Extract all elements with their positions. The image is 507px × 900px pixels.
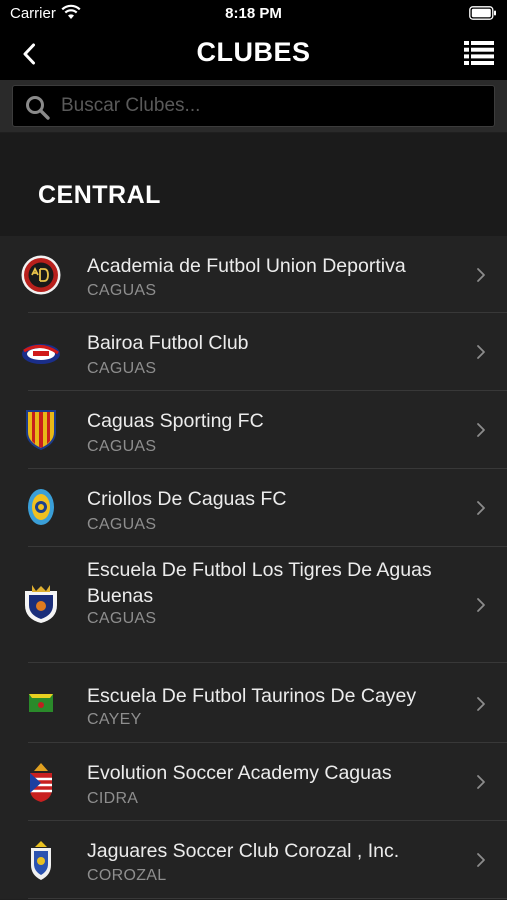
club-city: CAGUAS xyxy=(87,516,157,533)
club-row[interactable]: Academia de Futbol Union Deportiva CAGUA… xyxy=(0,236,507,313)
list-icon xyxy=(464,41,494,65)
club-name: Escuela De Futbol Los Tigres De Aguas Bu… xyxy=(87,559,432,607)
club-city: CAGUAS xyxy=(87,610,157,627)
search-input[interactable] xyxy=(61,86,481,126)
chevron-right-icon xyxy=(477,268,485,282)
battery-icon xyxy=(469,6,496,20)
club-row[interactable]: Caguas Sporting FC CAGUAS xyxy=(0,391,507,469)
club-name: Escuela De Futbol Taurinos De Cayey xyxy=(87,685,417,707)
page-title: CLUBES xyxy=(196,37,311,67)
taurinos-logo-icon xyxy=(29,694,53,712)
chevron-right-icon xyxy=(477,853,485,867)
club-name: Evolution Soccer Academy Caguas xyxy=(87,762,392,784)
club-row[interactable]: Escuela De Futbol Taurinos De Cayey CAYE… xyxy=(0,663,507,743)
chevron-right-icon xyxy=(477,345,485,359)
chevron-right-icon xyxy=(477,423,485,437)
section-header: CENTRAL xyxy=(0,133,507,236)
club-row[interactable]: Evolution Soccer Academy Caguas CIDRA xyxy=(0,743,507,821)
club-city: CIDRA xyxy=(87,790,139,807)
club-city: CAGUAS xyxy=(87,282,157,299)
evolution-logo-icon xyxy=(30,763,52,802)
club-name: Bairoa Futbol Club xyxy=(87,332,249,354)
club-list: Academia de Futbol Union Deportiva CAGUA… xyxy=(0,236,507,899)
search-bar xyxy=(0,80,507,132)
chevron-right-icon xyxy=(477,501,485,515)
club-city: CAGUAS xyxy=(87,438,157,455)
club-city: CAYEY xyxy=(87,711,142,728)
jaguares-logo-icon xyxy=(31,841,51,880)
back-button[interactable] xyxy=(14,38,44,70)
bairoa-logo-icon xyxy=(22,344,60,364)
caguas-sporting-shield-icon xyxy=(26,410,56,450)
chevron-left-icon xyxy=(23,43,35,65)
club-name: Criollos De Caguas FC xyxy=(87,488,287,510)
chevron-right-icon xyxy=(477,775,485,789)
los-tigres-logo-icon xyxy=(25,585,57,623)
club-row[interactable]: Bairoa Futbol Club CAGUAS xyxy=(0,313,507,391)
search-box[interactable] xyxy=(12,85,495,127)
club-row[interactable]: Criollos De Caguas FC CAGUAS xyxy=(0,469,507,547)
status-bar: Carrier 8:18 PM xyxy=(0,0,507,28)
club-name: Caguas Sporting FC xyxy=(87,410,264,432)
list-view-button[interactable] xyxy=(463,38,495,68)
criollos-logo-icon xyxy=(28,489,54,525)
chevron-right-icon xyxy=(477,598,485,612)
club-city: COROZAL xyxy=(87,867,167,884)
club-row[interactable]: Escuela De Futbol Los Tigres De Aguas Bu… xyxy=(0,547,507,663)
section-title: CENTRAL xyxy=(38,181,161,209)
search-icon xyxy=(26,96,50,120)
club-name: Jaguares Soccer Club Corozal , Inc. xyxy=(87,840,400,862)
status-time: 8:18 PM xyxy=(225,5,282,22)
club-name: Academia de Futbol Union Deportiva xyxy=(87,255,406,277)
chevron-right-icon xyxy=(477,697,485,711)
nav-bar: CLUBES xyxy=(0,28,507,80)
club-row[interactable]: Jaguares Soccer Club Corozal , Inc. CORO… xyxy=(0,821,507,899)
union-deportiva-logo-icon xyxy=(21,255,61,295)
club-city: CAGUAS xyxy=(87,360,157,377)
